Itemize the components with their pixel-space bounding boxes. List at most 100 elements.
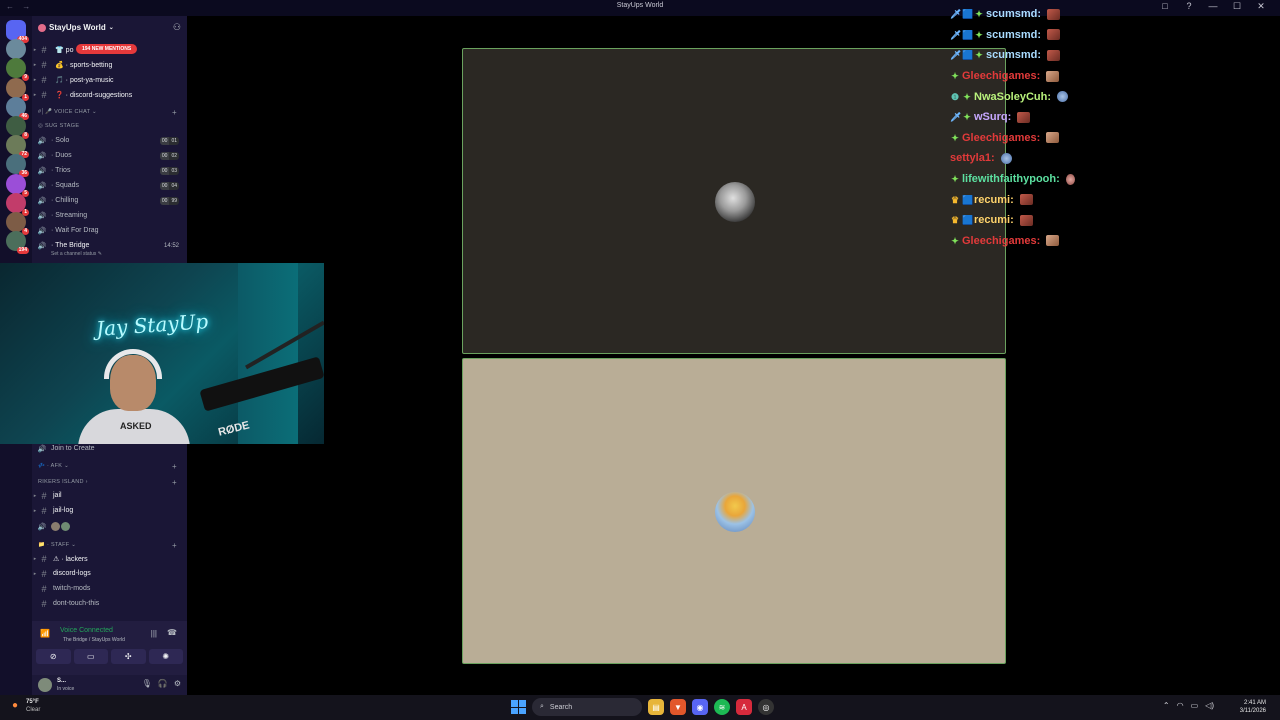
- sug-stage[interactable]: ◎ SUG STAGE: [38, 123, 79, 129]
- hash-icon: #: [41, 505, 47, 516]
- user-avatar[interactable]: [51, 522, 60, 531]
- start-button[interactable]: [510, 699, 526, 715]
- signal-icon[interactable]: 📶: [40, 629, 50, 638]
- wifi-icon[interactable]: ◠: [1177, 701, 1184, 710]
- chat-username: lifewithfaithypooh:: [962, 173, 1060, 186]
- server-icon[interactable]: 194: [6, 231, 29, 255]
- voice-channel[interactable]: 🔊 · Solo 00 01: [32, 133, 187, 148]
- taskbar-search[interactable]: ⌕ Search: [532, 698, 642, 716]
- server-icon[interactable]: 5: [6, 173, 29, 197]
- neon-sign: Jay StayUp: [95, 309, 209, 341]
- avatar[interactable]: [38, 678, 52, 692]
- server-icon[interactable]: 404: [6, 20, 29, 43]
- guild-header[interactable]: StayUps World ⌄ ⚇: [32, 16, 187, 40]
- participant-tile[interactable]: [462, 358, 1006, 664]
- category-afk[interactable]: 💤 · AFK ⌄ +: [38, 462, 177, 471]
- channel-twitch-mods[interactable]: # twitch-mods: [32, 581, 187, 596]
- server-icon[interactable]: 1: [6, 192, 29, 216]
- disconnect-icon[interactable]: ☎: [167, 628, 177, 637]
- camera-off-button[interactable]: ⊘: [36, 649, 71, 664]
- maximize-button[interactable]: ☐: [1232, 1, 1242, 12]
- activities-button[interactable]: ✣: [111, 649, 146, 664]
- screen-share-button[interactable]: ▭: [73, 649, 108, 664]
- obs-icon[interactable]: ◎: [758, 699, 774, 715]
- user-avatar[interactable]: [61, 522, 70, 531]
- chat-message: settyla1:: [950, 148, 1150, 169]
- file-explorer-icon[interactable]: ▤: [648, 699, 664, 715]
- headphones-icon[interactable]: 🎧: [158, 679, 168, 688]
- chat-message: ❶ ✦ NwaSoleyCuh:: [950, 86, 1150, 107]
- user-limit-badge: 00 03: [159, 166, 179, 175]
- plus-icon[interactable]: +: [172, 541, 177, 550]
- emote-icon: [1017, 111, 1031, 123]
- server-icon[interactable]: 1: [6, 77, 29, 101]
- inbox-icon[interactable]: □: [1160, 1, 1170, 12]
- voice-users-row[interactable]: 🔊: [32, 519, 187, 534]
- emote-icon: [1047, 29, 1061, 41]
- adobe-icon[interactable]: A: [736, 699, 752, 715]
- plus-icon[interactable]: +: [172, 462, 177, 471]
- new-mentions-pill[interactable]: 194 NEW MENTIONS: [76, 44, 138, 54]
- channel-dont-touch-this[interactable]: # dont-touch-this: [32, 596, 187, 611]
- channel-jail-log[interactable]: ▸ # jail-log: [32, 503, 187, 518]
- user-limit-badge: 00 99: [159, 196, 179, 205]
- voice-channel[interactable]: 🔊 · Wait For Drag: [32, 223, 187, 238]
- voice-channel-label: · Duos: [51, 152, 72, 159]
- category-staff[interactable]: 📁 · Staff ⌄ +: [38, 541, 177, 550]
- category-voice-chat[interactable]: #│🎤 VOICE CHAT ⌄ +: [38, 108, 177, 117]
- channel-lackers[interactable]: ▸ # ⚠ · lackers: [32, 551, 187, 566]
- voice-channel[interactable]: 🔊 · Duos 00 02: [32, 148, 187, 163]
- close-button[interactable]: ✕: [1256, 1, 1266, 12]
- channel-discord-logs[interactable]: ▸ # discord-logs: [32, 566, 187, 581]
- server-icon[interactable]: 46: [6, 96, 29, 120]
- soundboard-button[interactable]: ✺: [148, 649, 183, 664]
- server-icon[interactable]: 4: [6, 212, 29, 235]
- emote-icon: [1046, 70, 1060, 82]
- minimize-button[interactable]: —: [1208, 1, 1218, 12]
- badge-icon: 🗡: [950, 50, 962, 61]
- battery-icon[interactable]: ▭: [1191, 701, 1199, 710]
- help-icon[interactable]: ?: [1184, 1, 1194, 12]
- channel-timer: 14:52: [163, 242, 179, 249]
- chat-username: scumsmd:: [986, 28, 1042, 41]
- mic-icon[interactable]: 🎙: [142, 679, 152, 688]
- voice-connected-subtitle[interactable]: The Bridge / StayUps World: [63, 637, 125, 643]
- voice-channel[interactable]: 🔊 · Streaming: [32, 208, 187, 223]
- channel-status-hint[interactable]: Set a channel status ✎: [51, 251, 102, 257]
- chat-message: ✦ lifewithfaithypooh:: [950, 169, 1150, 190]
- caret-icon: ▸: [33, 570, 37, 577]
- username[interactable]: S...: [57, 678, 66, 684]
- clock[interactable]: 2:41 AM 3/11/2026: [1240, 699, 1266, 715]
- noise-suppression-icon[interactable]: |||: [151, 629, 157, 638]
- category-rikers[interactable]: Rikers Island › +: [38, 478, 177, 487]
- channel-jail[interactable]: ▸ # jail: [32, 488, 187, 503]
- channel-sports-betting[interactable]: ▸ # 💰 · sports-betting: [32, 57, 187, 72]
- speaker-icon[interactable]: ◁): [1205, 701, 1214, 710]
- voice-channel[interactable]: 🔊 · Chilling 00 99: [32, 193, 187, 208]
- channel-discord-suggestions[interactable]: ▸ # ❓ · discord-suggestions: [32, 87, 187, 102]
- server-icon[interactable]: 36: [6, 154, 29, 178]
- emote-icon: [1019, 214, 1033, 226]
- gear-icon[interactable]: ⚙: [174, 679, 181, 688]
- user-panel: S... In voice 🎙 🎧 ⚙: [32, 675, 187, 695]
- chat-message: 🗡 ✦ wSurq:: [950, 107, 1150, 128]
- plus-icon[interactable]: +: [172, 478, 177, 487]
- participant-tile[interactable]: [462, 48, 1006, 354]
- plus-icon[interactable]: +: [172, 108, 177, 117]
- channel-post-ya-music[interactable]: ▸ # 🎵 · post-ya-music: [32, 72, 187, 87]
- server-icon[interactable]: 72: [6, 135, 29, 159]
- chevron-up-icon[interactable]: ⌃: [1163, 701, 1170, 710]
- invite-icon[interactable]: ⚇: [173, 22, 181, 33]
- hash-icon: #: [41, 583, 47, 594]
- chat-username: Gleechigames:: [962, 70, 1041, 83]
- server-icon[interactable]: 8: [6, 116, 29, 139]
- server-icon[interactable]: [6, 39, 26, 60]
- spotify-icon[interactable]: ≋: [714, 699, 730, 715]
- discord-icon[interactable]: ◉: [692, 699, 708, 715]
- chat-message: ♛ 🟦 recumi:: [950, 210, 1150, 231]
- user-status: In voice: [57, 686, 75, 692]
- voice-channel[interactable]: 🔊 · Squads 00 04: [32, 178, 187, 193]
- voice-channel[interactable]: 🔊 · Trios 00 03: [32, 163, 187, 178]
- brave-icon[interactable]: ▼: [670, 699, 686, 715]
- server-icon[interactable]: 9: [6, 58, 29, 82]
